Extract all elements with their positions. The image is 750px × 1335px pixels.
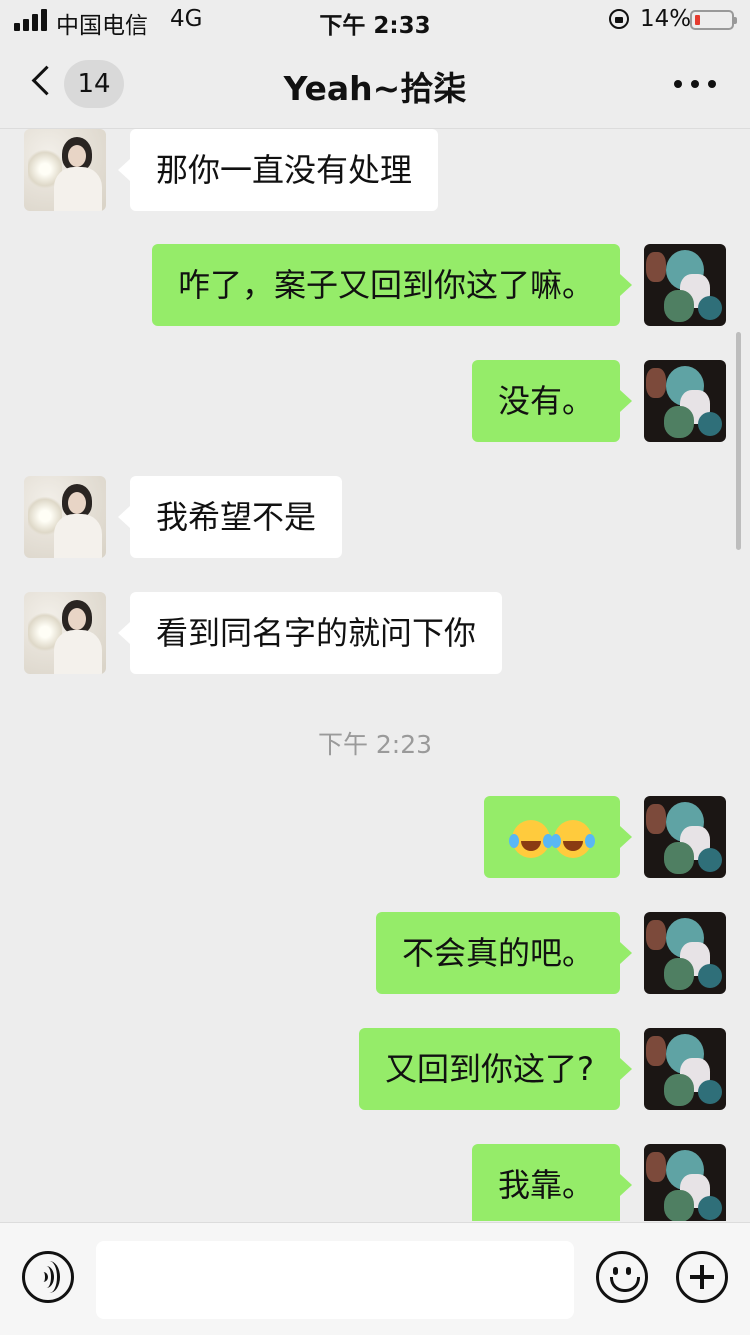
nav-bar: 14 Yeah~拾柒 — [0, 40, 750, 129]
scrollbar[interactable] — [736, 332, 741, 550]
chat-messages[interactable]: 那你一直没有处理 咋了，案子又回到你这了嘛。 没有。 我希望不是 看到同名字的就… — [0, 129, 750, 1221]
message-bubble[interactable] — [484, 796, 632, 878]
message-bubble[interactable]: 我希望不是 — [117, 476, 343, 558]
message-bubble[interactable]: 不会真的吧。 — [375, 912, 633, 994]
status-time: 下午 2:33 — [319, 13, 431, 39]
message-row: 我希望不是 — [0, 476, 750, 558]
message-bubble[interactable]: 又回到你这了? — [359, 1028, 632, 1110]
message-bubble[interactable]: 咋了，案子又回到你这了嘛。 — [151, 244, 633, 326]
my-avatar[interactable] — [644, 796, 726, 878]
contact-avatar[interactable] — [24, 129, 106, 211]
message-row: 又回到你这了? — [0, 1028, 750, 1110]
message-row: 咋了，案子又回到你这了嘛。 — [0, 244, 750, 326]
more-dots-icon[interactable] — [672, 70, 718, 94]
crying-laughing-emoji-icon — [551, 820, 592, 858]
battery-icon — [690, 10, 737, 30]
my-avatar[interactable] — [644, 1144, 726, 1221]
message-row: 我靠。 — [0, 1144, 750, 1221]
my-avatar[interactable] — [644, 1028, 726, 1110]
smile-icon[interactable] — [596, 1251, 648, 1303]
message-row: 没有。 — [0, 360, 750, 442]
message-timestamp: 下午 2:23 — [317, 730, 433, 759]
message-bubble[interactable]: 看到同名字的就问下你 — [117, 592, 503, 674]
contact-avatar[interactable] — [24, 592, 106, 674]
message-row: 那你一直没有处理 — [0, 129, 750, 211]
chat-title: Yeah~拾柒 — [283, 69, 467, 108]
message-row — [0, 796, 750, 878]
message-bubble[interactable]: 那你一直没有处理 — [117, 129, 439, 211]
orientation-lock-icon — [609, 9, 629, 29]
my-avatar[interactable] — [644, 244, 726, 326]
message-bubble[interactable]: 没有。 — [471, 360, 633, 442]
my-avatar[interactable] — [644, 360, 726, 442]
message-row: 看到同名字的就问下你 — [0, 592, 750, 674]
message-bubble[interactable]: 我靠。 — [471, 1144, 633, 1221]
contact-avatar[interactable] — [24, 476, 106, 558]
status-bar: 中国电信 4G 下午 2:33 14% — [0, 0, 750, 40]
message-input[interactable] — [96, 1241, 574, 1319]
battery-percent: 14% — [640, 6, 692, 32]
my-avatar[interactable] — [644, 912, 726, 994]
crying-laughing-emoji-icon — [509, 820, 550, 858]
message-row: 不会真的吧。 — [0, 912, 750, 994]
voice-icon[interactable] — [22, 1251, 74, 1303]
plus-icon[interactable] — [676, 1251, 728, 1303]
input-bar — [0, 1222, 750, 1335]
